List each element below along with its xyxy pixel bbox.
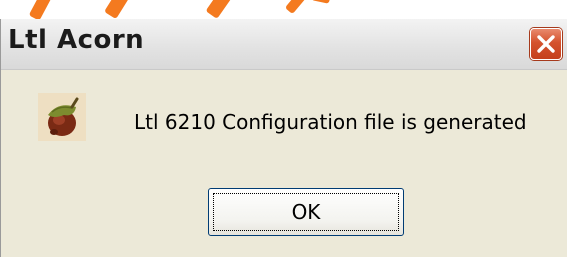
window-title: Ltl Acorn [8, 25, 145, 55]
screen: Ltl Acorn Ltl 6210 Configuration file is… [0, 0, 567, 257]
orange-decoration [104, 0, 134, 20]
dialog-message: Ltl 6210 Configuration file is generated [134, 110, 527, 134]
orange-decoration [205, 0, 237, 19]
close-button[interactable] [530, 28, 562, 60]
dialog-body: Ltl 6210 Configuration file is generated… [1, 70, 567, 257]
orange-decoration [284, 0, 310, 15]
title-bar[interactable]: Ltl Acorn [1, 19, 567, 70]
orange-decoration [311, 0, 331, 4]
ok-button-label: OK [213, 193, 399, 231]
ok-button[interactable]: OK [208, 188, 404, 236]
message-dialog: Ltl Acorn Ltl 6210 Configuration file is… [0, 19, 567, 257]
close-icon [537, 35, 555, 53]
acorn-icon [38, 93, 86, 141]
orange-decoration [28, 0, 56, 21]
